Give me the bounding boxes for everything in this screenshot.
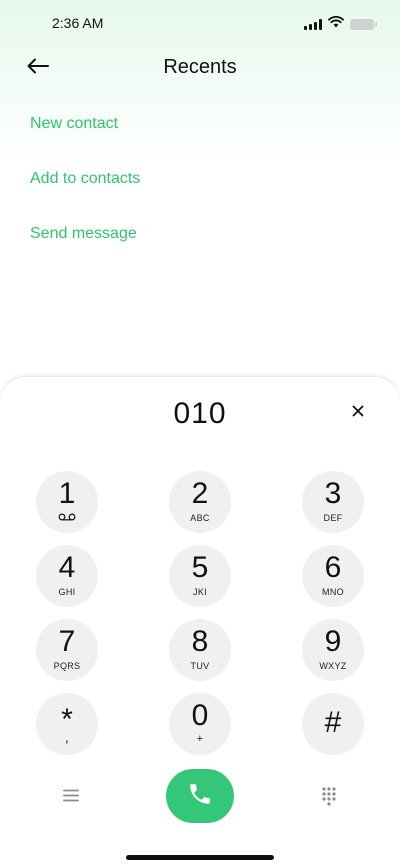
- key-digit: #: [324, 706, 342, 739]
- key-9[interactable]: 9 WXYZ: [302, 619, 364, 681]
- keypad-toggle-button[interactable]: [316, 785, 342, 811]
- header: Recents: [0, 48, 400, 88]
- key-digit: 6: [324, 551, 342, 584]
- voicemail-icon: [36, 513, 98, 521]
- add-to-contacts-link[interactable]: Add to contacts: [30, 167, 140, 222]
- new-contact-link[interactable]: New contact: [30, 112, 140, 167]
- key-1[interactable]: 1: [36, 471, 98, 533]
- key-2[interactable]: 2 ABC: [169, 471, 231, 533]
- key-letters: ABC: [190, 513, 210, 523]
- key-letters: GHI: [58, 587, 76, 597]
- status-bar: 2:36 AM: [0, 0, 400, 44]
- key-letters: ,: [64, 729, 70, 745]
- key-digit: 4: [58, 551, 76, 584]
- key-digit: 9: [324, 625, 342, 658]
- key-8[interactable]: 8 TUV: [169, 619, 231, 681]
- wifi-icon: [328, 15, 344, 33]
- clear-button[interactable]: [346, 401, 370, 425]
- dialpad-sheet: 010 1 2 ABC 3 DEF 4 GHI 5 JKI 6 MNO 7 PQ…: [0, 376, 400, 866]
- key-0[interactable]: 0 +: [169, 693, 231, 755]
- key-digit: 2: [191, 477, 209, 510]
- key-digit: 7: [58, 625, 76, 658]
- key-hash[interactable]: #: [302, 693, 364, 755]
- key-letters: DEF: [323, 513, 343, 523]
- close-icon: [352, 404, 364, 422]
- key-digit: 3: [324, 477, 342, 510]
- call-button[interactable]: [166, 769, 234, 823]
- key-4[interactable]: 4 GHI: [36, 545, 98, 607]
- hamburger-icon: [63, 789, 79, 807]
- send-message-link[interactable]: Send message: [30, 222, 140, 277]
- key-letters: +: [196, 733, 204, 745]
- key-letters: PQRS: [53, 661, 81, 671]
- key-6[interactable]: 6 MNO: [302, 545, 364, 607]
- signal-icon: [304, 18, 322, 30]
- key-digit: 0: [191, 699, 209, 732]
- dialpad-icon: [321, 786, 337, 811]
- key-7[interactable]: 7 PQRS: [36, 619, 98, 681]
- key-digit: 8: [191, 625, 209, 658]
- status-icons: [304, 15, 377, 33]
- dialed-number: 010: [173, 397, 227, 430]
- key-letters: MNO: [322, 587, 344, 597]
- phone-icon: [187, 781, 213, 812]
- action-list: New contact Add to contacts Send message: [30, 112, 140, 277]
- menu-button[interactable]: [58, 785, 84, 811]
- status-time: 2:36 AM: [52, 15, 104, 31]
- key-digit: 1: [58, 477, 76, 510]
- key-letters: JKI: [193, 587, 207, 597]
- home-indicator[interactable]: [126, 855, 274, 860]
- key-star[interactable]: * ,: [36, 693, 98, 755]
- key-digit: 5: [191, 551, 209, 584]
- key-5[interactable]: 5 JKI: [169, 545, 231, 607]
- battery-icon: [350, 18, 377, 30]
- key-3[interactable]: 3 DEF: [302, 471, 364, 533]
- key-letters: TUV: [190, 661, 210, 671]
- key-letters: WXYZ: [319, 661, 347, 671]
- page-title: Recents: [163, 56, 237, 78]
